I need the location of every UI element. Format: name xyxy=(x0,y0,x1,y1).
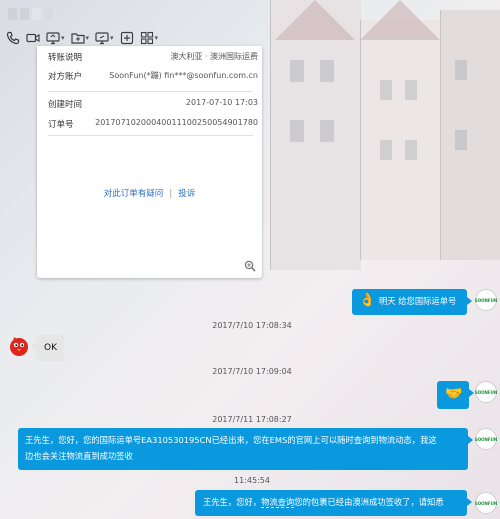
chevron-down-icon[interactable]: ▾ xyxy=(61,34,65,42)
avatar[interactable] xyxy=(8,335,30,357)
card-divider xyxy=(48,135,253,136)
ok-hand-emoji: 👌 xyxy=(359,293,376,308)
video-icon[interactable] xyxy=(26,31,40,45)
card-links: 对此订单有疑问 | 投诉 xyxy=(103,189,196,199)
card-row-transfer-note: 转账说明 澳大利亚 · 澳洲国际运费 xyxy=(48,52,258,63)
transfer-detail-card[interactable]: 转账说明 澳大利亚 · 澳洲国际运费 对方账户 SoonFun(*蹦) fin*… xyxy=(37,46,262,278)
add-icon[interactable] xyxy=(120,31,134,45)
apps-icon[interactable]: ▾ xyxy=(140,31,159,45)
message-text: OK xyxy=(44,343,57,353)
message-bubble-outgoing[interactable]: 🤝 xyxy=(437,381,474,409)
card-row-account: 对方账户 SoonFun(*蹦) fin***@soonfun.com.cn xyxy=(48,71,258,82)
folder-icon[interactable]: ▾ xyxy=(70,31,90,45)
avatar[interactable]: SOONFUN xyxy=(475,289,497,311)
screen-share-icon[interactable]: ▾ xyxy=(46,31,65,45)
avatar[interactable]: SOONFUN xyxy=(475,428,497,450)
message-timestamp: 11:45:54 xyxy=(234,476,270,485)
message-timestamp: 2017/7/10 17:09:04 xyxy=(212,367,292,376)
complaint-link[interactable]: 投诉 xyxy=(178,189,195,199)
avatar[interactable]: SOONFUN xyxy=(475,381,497,403)
message-text: 王先生，您好，您的国际运单号EA310530195CN已经出来，您在EMS的官网… xyxy=(25,435,437,445)
message-text: 明天 给您国际运单号 xyxy=(379,296,457,306)
avatar[interactable]: SOONFUN xyxy=(475,492,497,514)
chat-toolbar: ▾ ▾ ▾ ▾ xyxy=(6,31,158,45)
zoom-in-icon[interactable] xyxy=(244,260,256,272)
message-bubble-outgoing[interactable]: 王先生，您好，物流查询您的包裹已经由澳洲成功签收了，请知悉 xyxy=(195,490,472,516)
chevron-down-icon[interactable]: ▾ xyxy=(86,34,90,42)
chevron-down-icon[interactable]: ▾ xyxy=(155,34,159,42)
message-text: 王先生，您好，物流查询您的包裹已经由澳洲成功签收了，请知悉 xyxy=(203,497,444,508)
remote-desktop-icon[interactable]: ▾ xyxy=(95,31,114,45)
message-timestamp: 2017/7/11 17:08:27 xyxy=(212,415,292,424)
card-divider xyxy=(48,91,253,92)
chevron-down-icon[interactable]: ▾ xyxy=(110,34,114,42)
message-bubble-outgoing[interactable]: 👌 明天 给您国际运单号 xyxy=(352,289,472,315)
order-question-link[interactable]: 对此订单有疑问 xyxy=(104,189,164,199)
logistics-query-link[interactable]: 物流查询 xyxy=(261,497,295,508)
contact-name-redacted xyxy=(8,8,53,20)
card-row-created-time: 创建时间 2017-07-10 17:03 xyxy=(48,98,258,110)
message-text: 边也会关注物流直到成功签收 xyxy=(25,451,133,461)
message-bubble-outgoing[interactable]: 王先生，您好，您的国际运单号EA310530195CN已经出来，您在EMS的官网… xyxy=(18,428,473,470)
message-bubble-incoming[interactable]: OK xyxy=(31,335,64,361)
message-timestamp: 2017/7/10 17:08:34 xyxy=(212,321,292,330)
card-row-order-number: 订单号 20170710200040011100250054901780 xyxy=(48,118,258,130)
handshake-emoji: 🤝 xyxy=(445,386,463,402)
phone-icon[interactable] xyxy=(6,31,20,45)
